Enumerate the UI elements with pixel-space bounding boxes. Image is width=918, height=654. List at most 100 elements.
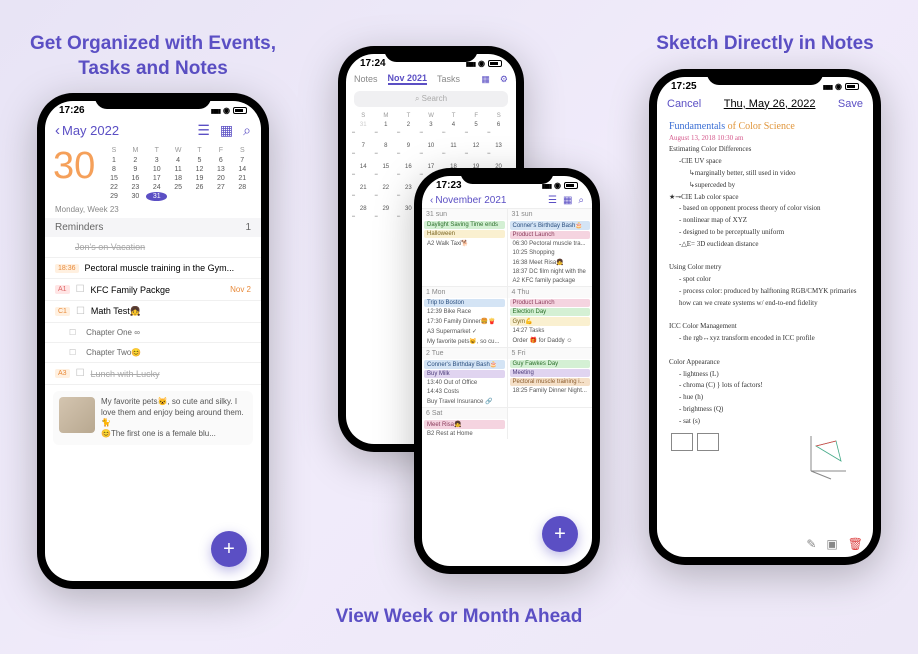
event-item[interactable]: 18:25 Family Dinner Night... [510, 387, 591, 395]
note-body: My favorite pets😺, so cute and silky. I … [101, 397, 247, 439]
filter-icon[interactable]: ☰ [197, 122, 210, 139]
tab-notes[interactable]: Notes [354, 74, 378, 84]
list-item[interactable]: Jon's on Vacation [45, 237, 261, 258]
event-item[interactable]: Trip to Boston [424, 299, 505, 307]
event-item[interactable]: 17:30 Family Dinner🍔🍟 [424, 317, 505, 326]
day-column[interactable]: 4 ThuProduct LaunchElection DayGym💪14:27… [508, 287, 593, 347]
event-item[interactable]: 12:39 Bike Race [424, 308, 505, 316]
calendar-icon[interactable]: ▦ [563, 195, 572, 206]
handwritten-title: Fundamentals of Color Science [669, 120, 861, 134]
screen-1: 17:26 May 2022 ☰ ▦ ⌕ 30 SMTWTFS [45, 101, 261, 581]
handwritten-line: - nonlinear map of XYZ [679, 216, 861, 226]
image-icon[interactable]: ▣ [826, 537, 837, 551]
status-right [211, 105, 247, 116]
day-column[interactable]: 2 TueConner's Birthday Bash🎂Buy Milk13:4… [422, 348, 508, 407]
event-item[interactable]: Election Day [510, 308, 591, 316]
event-item[interactable]: My favorite pets😺, so cu... [424, 337, 505, 346]
notch [95, 93, 211, 109]
event-item[interactable]: 13:40 Out of Office [424, 379, 505, 387]
sub-date: Monday, Week 23 [45, 205, 261, 218]
event-item[interactable]: 14:43 Costs [424, 388, 505, 396]
month-back-button[interactable]: November 2021 [430, 195, 507, 206]
event-item[interactable]: Gym💪 [510, 317, 591, 326]
add-button[interactable]: + [542, 516, 578, 552]
note-date-title[interactable]: Thu, May 26, 2022 [724, 98, 816, 110]
list-icon[interactable]: ☰ [548, 195, 557, 206]
tab-month[interactable]: Nov 2021 [388, 73, 428, 85]
list-item[interactable]: C1☐Math Test👧 [45, 301, 261, 323]
handwritten-line [669, 252, 861, 262]
event-item[interactable]: Buy Travel Insurance 🔗 [424, 397, 505, 406]
day-column[interactable]: 6 SatMeet Risa👧B2 Rest at Home [422, 408, 508, 439]
mini-calendar[interactable]: SMTWTFS 12345678910111213141516171819202… [103, 147, 253, 201]
handwritten-line: ↳superceded by [689, 181, 861, 191]
gear-icon[interactable]: ⚙ [500, 74, 508, 85]
calendar-header: 30 SMTWTFS 12345678910111213141516171819… [45, 143, 261, 205]
day-column[interactable]: 5 FriGuy Fawkes DayMeetingPectoral muscl… [508, 348, 593, 407]
add-button[interactable]: + [211, 531, 247, 567]
calendar-icon[interactable]: ▦ [481, 74, 490, 85]
event-item[interactable]: Guy Fawkes Day [510, 360, 591, 368]
event-item[interactable]: Product Launch [510, 231, 591, 239]
day-column[interactable]: 1 MonTrip to Boston12:39 Bike Race17:30 … [422, 287, 508, 347]
cancel-button[interactable]: Cancel [667, 98, 701, 110]
status-time: 17:23 [436, 180, 462, 191]
event-item[interactable]: Meeting [510, 369, 591, 377]
event-item[interactable]: A2 Walk Taxi🐕 [424, 239, 505, 248]
nav-icons: ☰ ▦ ⌕ [197, 122, 251, 139]
list-item[interactable]: A1☐KFC Family PackgeNov 2 [45, 279, 261, 301]
save-button[interactable]: Save [838, 98, 863, 110]
wifi-icon [554, 180, 561, 191]
panel-2: 17:24 Notes Nov 2021 Tasks ▦ ⚙ ⌕ Search … [306, 0, 612, 654]
event-item[interactable]: A2 KFC family package [510, 277, 591, 285]
tab-tasks[interactable]: Tasks [437, 74, 460, 84]
event-item[interactable]: Daylight Saving Time ends [424, 221, 505, 229]
event-item[interactable]: Halloween [424, 230, 505, 238]
screen-week: 17:23 November 2021 ☰ ▦ ⌕ 31 sunDaylight… [422, 176, 592, 566]
phone-week: 17:23 November 2021 ☰ ▦ ⌕ 31 sunDaylight… [414, 168, 600, 574]
pen-icon[interactable]: ✎ [806, 537, 816, 551]
event-item[interactable]: Order 🎁 for Daddy ☺ [510, 336, 591, 345]
notch [707, 69, 823, 85]
search-icon[interactable]: ⌕ [243, 122, 251, 139]
event-item[interactable]: 18:37 DC film night with the [510, 268, 591, 276]
note-canvas[interactable]: Fundamentals of Color Science August 13,… [657, 114, 873, 501]
event-item[interactable]: Buy Milk [424, 370, 505, 378]
sketch-diagram [669, 431, 861, 491]
event-item[interactable]: 10:25 Shopping [510, 249, 591, 257]
list-item[interactable]: 18:36Pectoral muscle training in the Gym… [45, 258, 261, 279]
event-item[interactable]: Product Launch [510, 299, 591, 307]
day-column[interactable]: 31 sunConner's Birthday Bash🎂Product Lau… [508, 209, 593, 286]
day-column[interactable] [508, 408, 593, 439]
search-icon[interactable]: ⌕ [578, 195, 584, 206]
signal-icon [211, 105, 220, 116]
handwritten-line: - designed to be perceptually uniform [679, 228, 861, 238]
event-item[interactable]: 16:38 Meet Risa👧 [510, 258, 591, 267]
day-column[interactable]: 31 sunDaylight Saving Time endsHalloween… [422, 209, 508, 286]
calendar-icon[interactable]: ▦ [220, 122, 233, 139]
event-item[interactable]: Meet Risa👧 [424, 420, 505, 429]
event-item[interactable]: Pectoral muscle training i... [510, 378, 591, 386]
event-item[interactable]: 06:30 Pectoral muscle tra... [510, 240, 591, 248]
notch [461, 168, 554, 184]
note-card[interactable]: My favorite pets😺, so cute and silky. I … [53, 391, 253, 445]
trash-icon[interactable]: 🗑 [848, 537, 863, 551]
sub-item[interactable]: Chapter Two😊 [45, 343, 261, 363]
wifi-icon [223, 105, 230, 116]
event-item[interactable]: A3 Supermarket ✓ [424, 327, 505, 336]
signal-icon [823, 81, 832, 92]
note-toolbar: ✎ ▣ 🗑 [806, 537, 863, 551]
event-item[interactable]: Conner's Birthday Bash🎂 [424, 360, 505, 369]
note-thumbnail [59, 397, 95, 433]
status-time: 17:26 [59, 105, 85, 116]
event-item[interactable]: Conner's Birthday Bash🎂 [510, 221, 591, 230]
calendar-nav: May 2022 ☰ ▦ ⌕ [45, 118, 261, 143]
list-item[interactable]: A3☐Lunch with Lucky [45, 363, 261, 385]
panel-1: Get Organized with Events, Tasks and Not… [0, 0, 306, 654]
search-input[interactable]: ⌕ Search [354, 91, 508, 107]
month-back-button[interactable]: May 2022 [55, 122, 119, 139]
sub-item[interactable]: Chapter One ∞ [45, 323, 261, 343]
event-item[interactable]: B2 Rest at Home [424, 430, 505, 438]
handwritten-line: ICC Color Management [669, 322, 861, 332]
event-item[interactable]: 14:27 Tasks [510, 327, 591, 335]
